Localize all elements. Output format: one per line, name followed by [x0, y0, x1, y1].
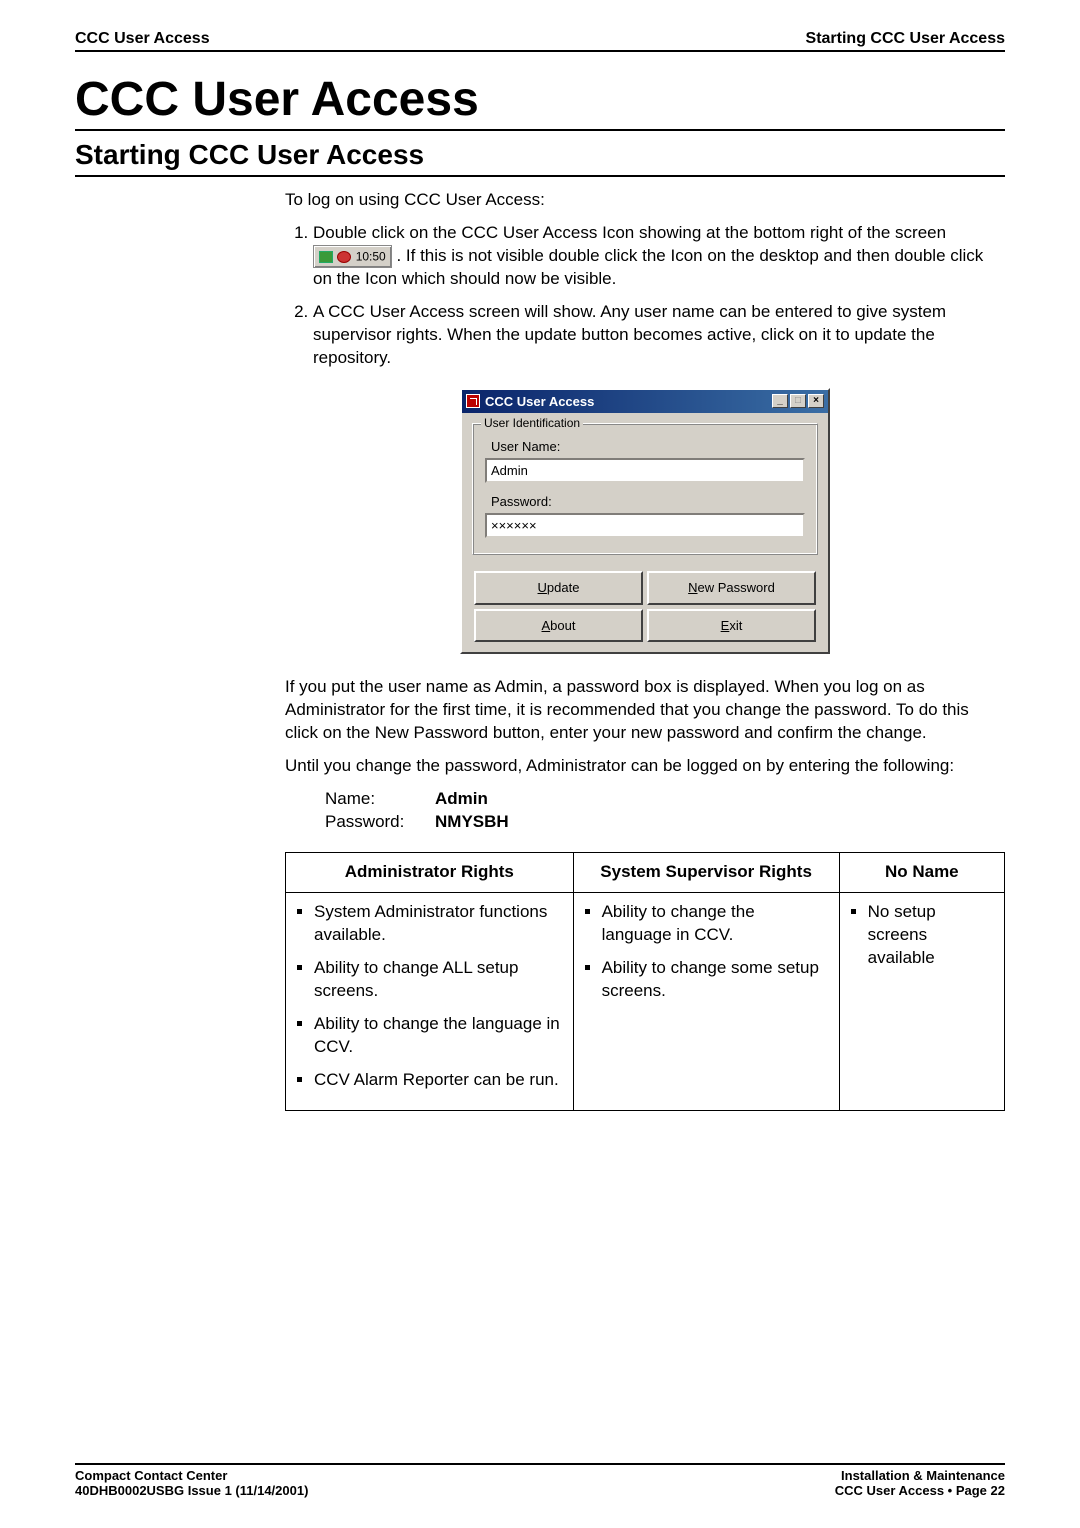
new-password-button[interactable]: New Password [647, 571, 816, 605]
about-button[interactable]: About [474, 609, 643, 643]
step-1: Double click on the CCC User Access Icon… [313, 222, 1005, 291]
footer-l1: Compact Contact Center [75, 1468, 308, 1483]
footer-l2: 40DHB0002USBG Issue 1 (11/14/2001) [75, 1483, 308, 1498]
section-title: Starting CCC User Access [75, 139, 1005, 171]
group-legend: User Identification [481, 415, 583, 431]
systray-icon: 10:50 [313, 245, 392, 268]
close-button[interactable]: × [808, 394, 824, 408]
step-2: A CCC User Access screen will show. Any … [313, 301, 1005, 370]
steps-list: Double click on the CCC User Access Icon… [285, 222, 1005, 370]
sup-right-2: Ability to change some setup screens. [602, 957, 829, 1003]
intro-text: To log on using CCC User Access: [285, 189, 1005, 212]
user-id-group: User Identification User Name: Admin Pas… [472, 423, 818, 555]
maximize-button[interactable]: □ [790, 394, 806, 408]
admin-note-1: If you put the user name as Admin, a pas… [285, 676, 1005, 745]
th-supervisor: System Supervisor Rights [573, 853, 839, 893]
admin-right-2: Ability to change ALL setup screens. [314, 957, 563, 1003]
admin-right-4: CCV Alarm Reporter can be run. [314, 1069, 563, 1092]
password-input[interactable]: ×××××× [485, 513, 805, 539]
cred-name-key: Name: [325, 788, 435, 811]
username-label: User Name: [491, 438, 805, 456]
page-footer: Compact Contact Center 40DHB0002USBG Iss… [75, 1463, 1005, 1498]
cred-pass-val: NMYSBH [435, 811, 509, 834]
default-credentials: Name:Admin Password:NMYSBH [325, 788, 1005, 834]
noname-right-1: No setup screens available [868, 901, 994, 970]
th-noname: No Name [839, 853, 1004, 893]
step-1a: Double click on the CCC User Access Icon… [313, 223, 946, 242]
login-dialog: CCC User Access _ □ × User Identificatio… [460, 388, 830, 655]
page-header: CCC User Access Starting CCC User Access [75, 30, 1005, 52]
dialog-app-icon [466, 394, 480, 408]
minimize-button[interactable]: _ [772, 394, 788, 408]
th-admin: Administrator Rights [286, 853, 574, 893]
dialog-titlebar: CCC User Access _ □ × [462, 390, 828, 414]
tray-time: 10:50 [356, 250, 386, 264]
admin-right-3: Ability to change the language in CCV. [314, 1013, 563, 1059]
dialog-title: CCC User Access [485, 393, 772, 411]
header-left: CCC User Access [75, 30, 210, 48]
tray-status-icon [337, 251, 351, 263]
rights-table: Administrator Rights System Supervisor R… [285, 852, 1005, 1111]
footer-r2: CCC User Access • Page 22 [835, 1483, 1005, 1498]
cred-name-val: Admin [435, 788, 488, 811]
admin-right-1: System Administrator functions available… [314, 901, 563, 947]
footer-r1: Installation & Maintenance [835, 1468, 1005, 1483]
sup-right-1: Ability to change the language in CCV. [602, 901, 829, 947]
page-title: CCC User Access [75, 72, 1005, 131]
step-1b: . If this is not visible double click th… [313, 246, 983, 288]
username-input[interactable]: Admin [485, 458, 805, 484]
cred-pass-key: Password: [325, 811, 435, 834]
update-button[interactable]: Update [474, 571, 643, 605]
password-label: Password: [491, 493, 805, 511]
exit-button[interactable]: Exit [647, 609, 816, 643]
admin-note-2: Until you change the password, Administr… [285, 755, 1005, 778]
tray-app-icon [319, 251, 333, 263]
header-right: Starting CCC User Access [806, 30, 1005, 48]
